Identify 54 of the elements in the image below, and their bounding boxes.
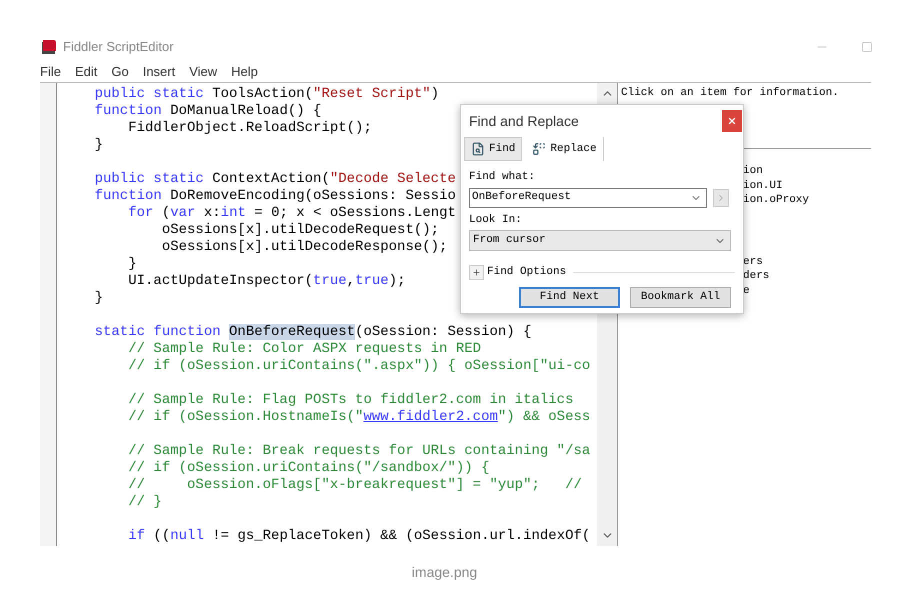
code-line: if ((null != gs_ReplaceToken) && (oSession.url.indexOf( bbox=[127, 528, 590, 545]
bookmark-all-button[interactable]: Bookmark All bbox=[630, 286, 731, 308]
close-icon bbox=[727, 116, 737, 126]
menu-item[interactable]: Insert bbox=[142, 62, 176, 82]
code-link[interactable]: www.fiddler2.com bbox=[363, 409, 498, 425]
code-line: // if (oSession.uriContains("/sandbox/")) { bbox=[127, 460, 490, 477]
menu-item[interactable]: View bbox=[189, 62, 218, 82]
info-item[interactable]: e bbox=[743, 284, 750, 298]
code-line: for (var x:int = 0; x < oSessions.Lengt bbox=[127, 205, 456, 222]
menu-item[interactable]: File bbox=[40, 62, 61, 82]
code-line: oSessions[x].utilDecodeRequest(); bbox=[160, 222, 440, 239]
info-text: Click on an item for information. bbox=[621, 87, 839, 99]
find-options-label: Find Options bbox=[487, 265, 566, 280]
code-line: // Sample Rule: Flag POSTs to fiddler2.com in italics bbox=[127, 392, 574, 409]
menu-item[interactable]: Go bbox=[111, 62, 129, 82]
code-line: oSessions[x].utilDecodeResponse(); bbox=[160, 239, 448, 256]
find-icon bbox=[471, 142, 485, 156]
info-item[interactable]: ion.UI bbox=[743, 178, 783, 193]
code-line: UI.actUpdateInspector(true,true); bbox=[127, 273, 406, 290]
replace-icon bbox=[532, 142, 546, 156]
window-title: Fiddler ScriptEditor bbox=[63, 38, 174, 56]
code-line: function DoRemoveEncoding(oSessions: Sessio bbox=[94, 188, 456, 205]
code-line: // } bbox=[127, 494, 162, 511]
image-caption: image.png bbox=[412, 563, 478, 582]
find-next-button[interactable]: Find Next bbox=[519, 286, 620, 308]
menu-item[interactable]: Edit bbox=[74, 62, 98, 82]
plus-icon bbox=[472, 268, 481, 277]
code-line: // Sample Rule: Color ASPX requests in RED bbox=[127, 341, 482, 358]
code-line: // if (oSession.uriContains(".aspx")) { oSession["ui-co bbox=[127, 358, 590, 375]
code-line: } bbox=[94, 290, 104, 307]
expand-toggle[interactable] bbox=[469, 264, 484, 280]
code-line: // Sample Rule: Break requests for URLs containing "/sa bbox=[127, 443, 590, 460]
look-in-label: Look In: bbox=[469, 212, 523, 228]
info-item[interactable]: ders bbox=[743, 269, 770, 284]
find-what-label: Find what: bbox=[469, 170, 536, 185]
find-what-field[interactable]: OnBeforeRequest bbox=[469, 188, 707, 208]
code-line: // oSession.oFlags["x-breakrequest"] = "yup"; // bbox=[127, 477, 582, 494]
menu-item[interactable]: Help bbox=[231, 62, 258, 82]
code-line: function DoManualReload() { bbox=[94, 103, 322, 120]
code-line: } bbox=[127, 256, 137, 273]
info-item[interactable]: ion.oProxy bbox=[743, 193, 810, 208]
code-line: } bbox=[94, 137, 104, 154]
dialog-tab[interactable]: Find bbox=[464, 137, 522, 161]
code-line: public static ContextAction("Decode Selecte bbox=[94, 171, 456, 188]
app-icon bbox=[41, 39, 57, 55]
code-line: // if (oSession.HostnameIs("www.fiddler2.com") && oSess bbox=[127, 409, 590, 426]
code-line: static function OnBeforeRequest(oSession: Session) { bbox=[94, 324, 532, 341]
info-item[interactable]: ers bbox=[743, 254, 763, 269]
info-item[interactable]: ion bbox=[743, 164, 763, 178]
code-line: FiddlerObject.ReloadScript(); bbox=[127, 120, 372, 137]
look-in-select[interactable]: From cursor bbox=[469, 230, 731, 251]
close-button[interactable] bbox=[722, 110, 742, 132]
dialog-title: Find and Replace bbox=[469, 112, 579, 131]
code-line: public static ToolsAction("Reset Script") bbox=[94, 86, 440, 103]
